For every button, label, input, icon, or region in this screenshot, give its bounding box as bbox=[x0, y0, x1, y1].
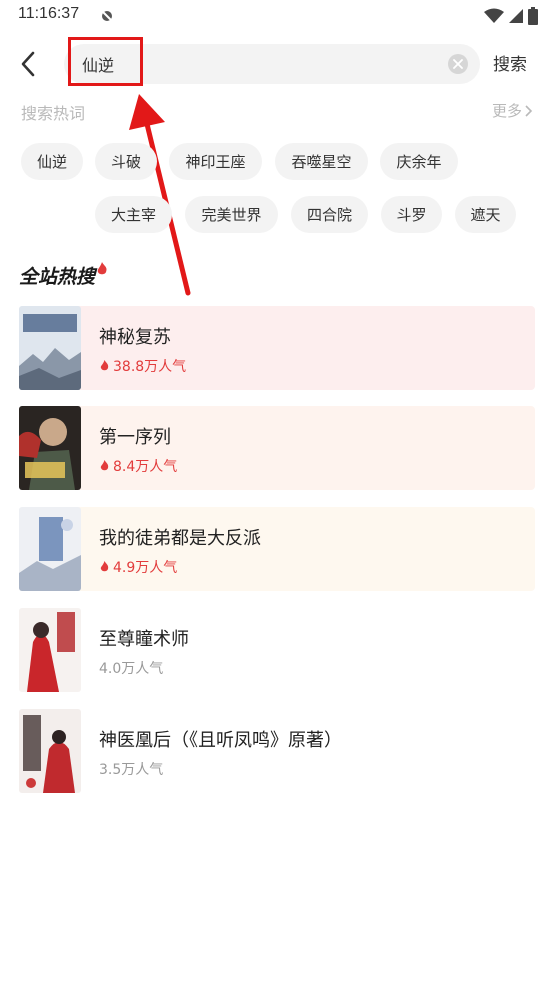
close-icon bbox=[453, 59, 463, 69]
hot-word-tag[interactable]: 完美世界 bbox=[185, 196, 278, 233]
signal-icon bbox=[509, 9, 523, 23]
popularity-text: 4.9万人气 bbox=[113, 560, 178, 576]
book-cover bbox=[19, 406, 81, 490]
hot-word-tag[interactable]: 大主宰 bbox=[95, 196, 172, 233]
popularity-text: 8.4万人气 bbox=[113, 459, 178, 475]
flame-icon bbox=[100, 460, 109, 471]
book-popularity: 3.5万人气 bbox=[99, 759, 163, 779]
book-popularity: 8.4万人气 bbox=[99, 456, 177, 476]
book-item[interactable]: 神医凰后（《且听凤鸣》原著） 3.5万人气 bbox=[19, 709, 535, 793]
hot-word-tag[interactable]: 斗罗 bbox=[381, 196, 442, 233]
book-title: 神医凰后（《且听凤鸣》原著） bbox=[99, 730, 342, 751]
more-label: 更多 bbox=[491, 102, 522, 120]
hot-words-header: 搜索热词 更多 bbox=[0, 96, 554, 126]
book-item[interactable]: 第一序列 8.4万人气 bbox=[19, 406, 535, 490]
book-popularity: 38.8万人气 bbox=[99, 356, 186, 376]
flame-icon bbox=[97, 262, 107, 275]
book-cover bbox=[19, 306, 81, 390]
hot-word-tag[interactable]: 吞噬星空 bbox=[275, 143, 368, 180]
hot-word-tag[interactable]: 遮天 bbox=[455, 196, 516, 233]
annotation-highlight-box bbox=[68, 37, 143, 86]
status-time: 11:16:37 bbox=[18, 5, 80, 22]
book-title: 神秘复苏 bbox=[99, 327, 171, 348]
more-link[interactable]: 更多 bbox=[492, 100, 533, 121]
book-popularity: 4.9万人气 bbox=[99, 557, 177, 577]
notification-icon bbox=[99, 7, 115, 23]
book-cover bbox=[19, 507, 81, 591]
back-button[interactable] bbox=[14, 50, 42, 78]
popularity-text: 38.8万人气 bbox=[113, 359, 187, 375]
book-item[interactable]: 我的徒弟都是大反派 4.9万人气 bbox=[19, 507, 535, 591]
search-button[interactable]: 搜索 bbox=[493, 50, 527, 75]
popularity-text: 3.5万人气 bbox=[99, 762, 164, 778]
chevron-left-icon bbox=[21, 51, 35, 77]
book-cover bbox=[19, 608, 81, 692]
ranking-title: 全站热搜 bbox=[19, 266, 96, 288]
book-popularity: 4.0万人气 bbox=[99, 658, 163, 678]
book-item[interactable]: 神秘复苏 38.8万人气 bbox=[19, 306, 535, 390]
hot-word-tag[interactable]: 四合院 bbox=[291, 196, 368, 233]
battery-icon bbox=[528, 7, 538, 25]
flame-icon bbox=[100, 360, 109, 371]
chevron-right-icon bbox=[525, 104, 533, 117]
hot-word-tag[interactable]: 仙逆 bbox=[21, 143, 83, 180]
hot-word-tag[interactable]: 庆余年 bbox=[380, 143, 458, 180]
hot-words-title: 搜索热词 bbox=[21, 104, 86, 123]
wifi-icon bbox=[484, 8, 504, 23]
system-icons bbox=[484, 7, 538, 25]
flame-icon bbox=[100, 561, 109, 572]
book-title: 至尊瞳术师 bbox=[99, 629, 189, 650]
popularity-text: 4.0万人气 bbox=[99, 661, 164, 677]
book-title: 第一序列 bbox=[99, 427, 171, 448]
hot-word-tag[interactable]: 斗破 bbox=[95, 143, 157, 180]
book-item[interactable]: 至尊瞳术师 4.0万人气 bbox=[19, 608, 535, 692]
clear-button[interactable] bbox=[448, 54, 468, 74]
book-title: 我的徒弟都是大反派 bbox=[99, 528, 261, 549]
book-cover bbox=[19, 709, 81, 793]
hot-word-tag[interactable]: 神印王座 bbox=[169, 143, 262, 180]
status-bar: 11:16:37 bbox=[0, 0, 554, 32]
